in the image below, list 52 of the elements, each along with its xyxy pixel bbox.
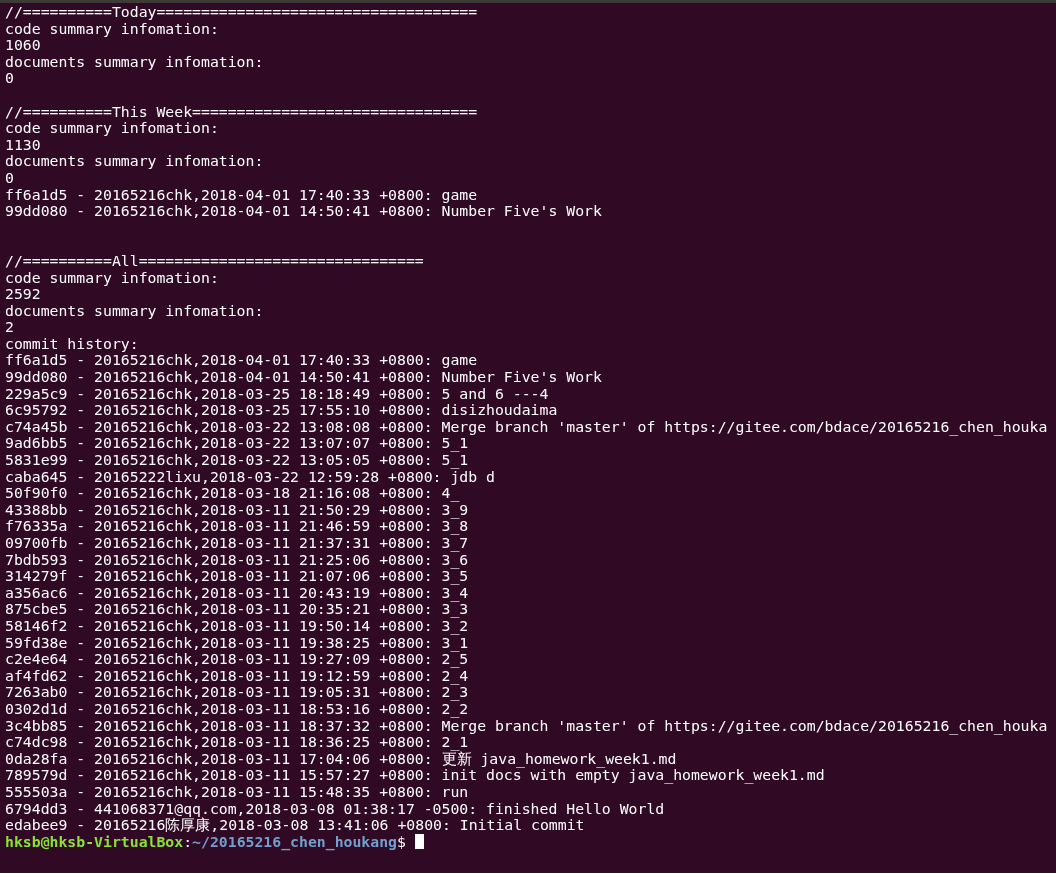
terminal-line: ff6a1d5 - 20165216chk,2018-04-01 17:40:33 +0800: game (5, 352, 478, 370)
terminal-line: 314279f - 20165216chk,2018-03-11 21:07:06 +0800: 3_5 (5, 568, 469, 585)
terminal-line: documents summary infomation: (5, 153, 264, 170)
terminal-line: code summary infomation: (5, 20, 219, 38)
terminal-line: 3c4bb85 - 20165216chk,2018-03-11 18:37:32 +0800: Merge branch 'master' of https://gitee.com/bdace/20165216_chen_houka (5, 717, 1048, 735)
terminal-line: c74dc98 - 20165216chk,2018-03-11 18:36:25 +0800: 2_1 (5, 734, 469, 751)
terminal-line: documents summary infomation: (5, 53, 264, 71)
terminal-line: 6794dd3 - 441068371@qq.com,2018-03-08 01:38:17 -0500: finished Hello World (5, 800, 665, 818)
terminal-line: 555503a - 20165216chk,2018-03-11 15:48:35 +0800: run (5, 783, 469, 801)
terminal-line: 5831e99 - 20165216chk,2018-03-22 13:05:05 +0800: 5_1 (5, 452, 469, 469)
terminal-line: 43388bb - 20165216chk,2018-03-11 21:50:29 +0800: 3_9 (5, 501, 469, 519)
terminal-line: 6c95792 - 20165216chk,2018-03-25 17:55:10 +0800: disizhoudaima (5, 402, 558, 419)
terminal-line: 875cbe5 - 20165216chk,2018-03-11 20:35:21 +0800: 3_3 (5, 601, 469, 618)
terminal-line: 9ad6bb5 - 20165216chk,2018-03-22 13:07:07 +0800: 5_1 (5, 435, 469, 453)
prompt-path: ~/20165216_chen_houkang (192, 833, 397, 851)
terminal-line: code summary infomation: (5, 120, 219, 137)
terminal-line: 58146f2 - 20165216chk,2018-03-11 19:50:14 +0800: 3_2 (5, 617, 469, 635)
prompt-separator: : (183, 833, 193, 850)
terminal-line: 2 (5, 319, 14, 336)
terminal-line: 789579d - 20165216chk,2018-03-11 15:57:27 +0800: init docs with empty java_homework_week1.md (5, 767, 825, 784)
terminal-line: 1130 (5, 136, 41, 154)
terminal-line: 59fd38e - 20165216chk,2018-03-11 19:38:25 +0800: 3_1 (5, 634, 469, 652)
terminal-line: 7bdb593 - 20165216chk,2018-03-11 21:25:06 +0800: 3_6 (5, 551, 469, 569)
prompt-symbol: $ (397, 833, 406, 851)
terminal-line: 0 (5, 169, 14, 187)
terminal-line: edabee9 - 20165216陈厚康,2018-03-08 13:41:06 +0800: Initial commit (5, 817, 585, 834)
terminal-line: 229a5c9 - 20165216chk,2018-03-25 18:18:49 +0800: 5 and 6 ---4 (5, 385, 549, 403)
terminal-line: 1060 (5, 37, 41, 54)
terminal-line: //==========Today==================================== (5, 4, 478, 21)
terminal-line: 2592 (5, 286, 41, 303)
terminal-line: f76335a - 20165216chk,2018-03-11 21:46:59 +0800: 3_8 (5, 518, 469, 535)
terminal-line: ff6a1d5 - 20165216chk,2018-04-01 17:40:33 +0800: game (5, 186, 478, 204)
terminal-line: c2e4e64 - 20165216chk,2018-03-11 19:27:09 +0800: 2_5 (5, 651, 469, 668)
terminal-line: code summary infomation: (5, 269, 219, 287)
terminal-line: c74a45b - 20165216chk,2018-03-22 13:08:08 +0800: Merge branch 'master' of https://gitee.com/bdace/20165216_chen_houka (5, 418, 1048, 436)
terminal-line: caba645 - 20165222lixu,2018-03-22 12:59:28 +0800: jdb d (5, 468, 495, 486)
terminal-line: af4fd62 - 20165216chk,2018-03-11 19:12:59 +0800: 2_4 (5, 667, 469, 685)
terminal-line: commit history: (5, 335, 139, 353)
terminal-line: 99dd080 - 20165216chk,2018-04-01 14:50:41 +0800: Number Five's Work (5, 369, 602, 386)
terminal-line: 7263ab0 - 20165216chk,2018-03-11 19:05:31 +0800: 2_3 (5, 684, 469, 701)
terminal-line: 0 (5, 70, 14, 87)
terminal-line: 0da28fa - 20165216chk,2018-03-11 17:04:06 +0800: 更新 java_homework_week1.md (5, 750, 677, 768)
prompt-user-host: hksb@hksb-VirtualBox (5, 833, 184, 851)
terminal-line: 0302d1d - 20165216chk,2018-03-11 18:53:16 +0800: 2_2 (5, 700, 469, 718)
text-cursor (414, 834, 424, 850)
terminal-line: a356ac6 - 20165216chk,2018-03-11 20:43:19 +0800: 3_4 (5, 584, 469, 602)
terminal-line: 09700fb - 20165216chk,2018-03-11 21:37:31 +0800: 3_7 (5, 535, 469, 552)
terminal-line: //==========All================================ (5, 252, 424, 270)
terminal-line: 99dd080 - 20165216chk,2018-04-01 14:50:41 +0800: Number Five's Work (5, 203, 602, 220)
terminal-line: 50f90f0 - 20165216chk,2018-03-18 21:16:08 +0800: 4_ (5, 485, 460, 502)
terminal-line: documents summary infomation: (5, 302, 264, 320)
terminal-line: //==========This Week================================ (5, 103, 478, 121)
